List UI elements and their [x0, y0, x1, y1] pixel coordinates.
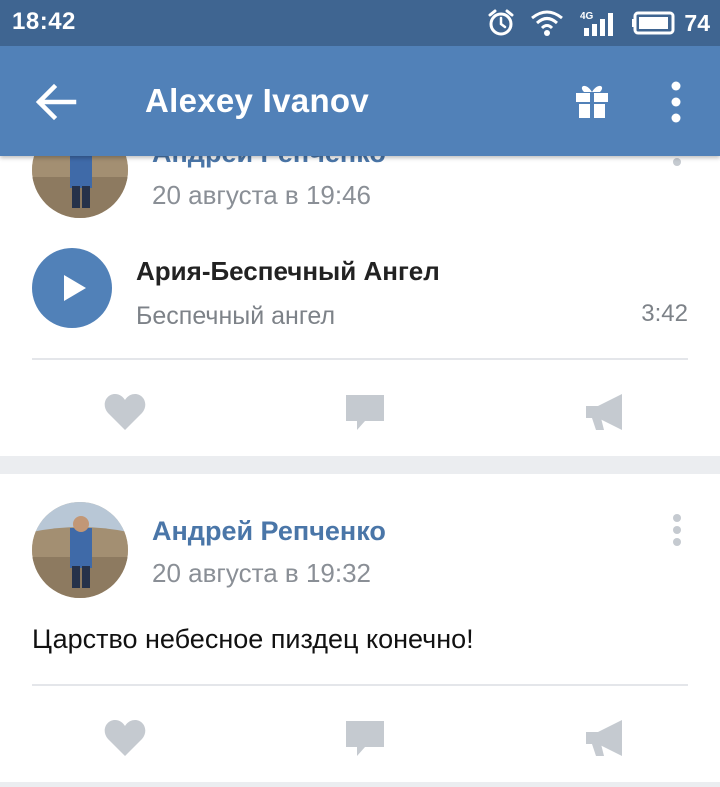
divider [32, 358, 688, 360]
status-icons: 4G 74 [472, 6, 710, 40]
wifi-icon [531, 10, 564, 36]
post-date[interactable]: 20 августа в 19:46 [152, 180, 371, 211]
battery-icon [632, 11, 675, 35]
post-date[interactable]: 20 августа в 19:32 [152, 558, 371, 589]
arrow-back-icon[interactable] [34, 82, 78, 122]
app-bar: Alexey Ivanov [0, 46, 720, 156]
heart-icon[interactable] [103, 718, 147, 758]
heart-icon[interactable] [103, 392, 147, 432]
post-text: Царство небесное пиздец конечно! [32, 624, 474, 654]
audio-artist: Беспечный ангел [136, 302, 336, 330]
post-card: Андрей Репченко 20 августа в 19:32 Царст… [0, 474, 720, 782]
status-bar: 18:42 4G 74 [0, 0, 720, 46]
audio-duration: 3:42 [641, 300, 688, 327]
comment-icon[interactable] [343, 392, 387, 432]
more-vert-icon[interactable] [670, 150, 684, 190]
more-vert-icon[interactable] [670, 510, 684, 550]
play-button[interactable] [32, 248, 112, 328]
alarm-icon [488, 9, 514, 36]
more-vert-icon[interactable] [666, 80, 686, 124]
comment-icon[interactable] [343, 718, 387, 758]
battery-level: 74 [684, 9, 710, 36]
play-icon [64, 275, 86, 301]
post-author[interactable]: Андрей Репченко [152, 516, 386, 547]
status-time: 18:42 [12, 8, 76, 35]
megaphone-icon[interactable] [584, 392, 628, 432]
divider [32, 684, 688, 686]
avatar[interactable] [32, 502, 128, 598]
screen: 18:42 4G 74 Alexey Ivanov 20 августа в 1… [0, 0, 720, 787]
post-card: Андрей Репченко 20 августа в 19:46 Ария-… [0, 120, 720, 456]
gift-icon[interactable] [574, 80, 610, 120]
page-title: Alexey Ivanov [145, 82, 370, 119]
megaphone-icon[interactable] [584, 718, 628, 758]
network-label: 4G [580, 11, 594, 22]
audio-title[interactable]: Ария-Беспечный Ангел [136, 256, 440, 287]
signal-icon: 4G [580, 11, 614, 36]
